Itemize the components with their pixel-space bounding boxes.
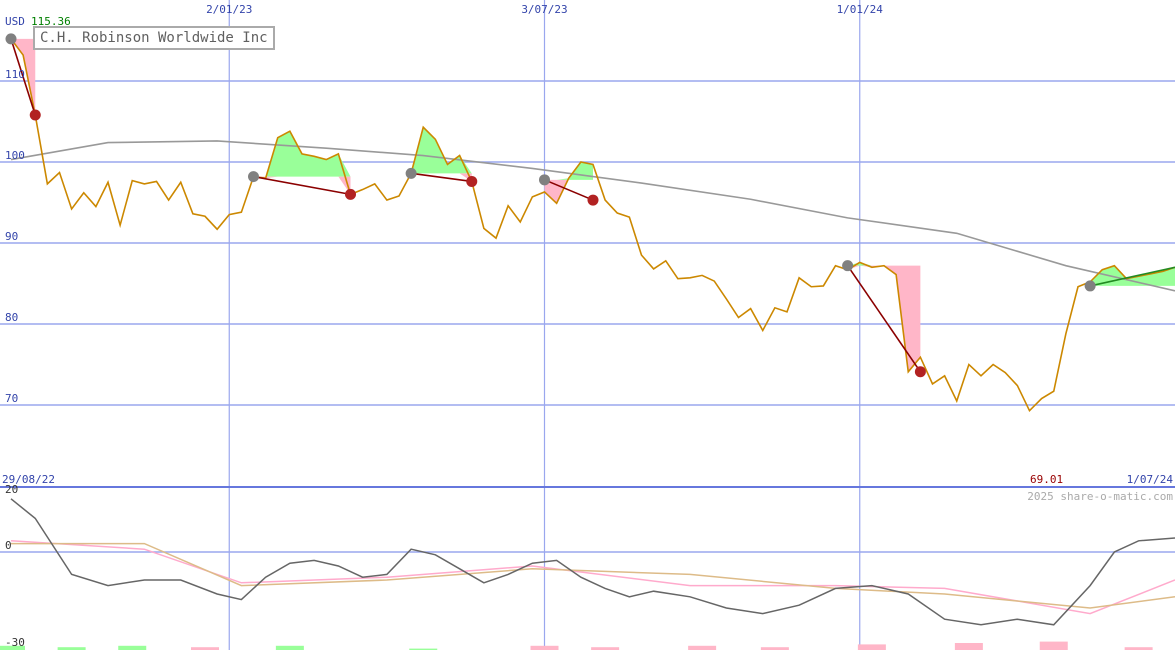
moving-average-line	[10, 140, 1175, 292]
volume-bar	[530, 645, 559, 650]
trade-line	[253, 175, 351, 196]
price-line	[10, 38, 1175, 413]
oscillator-panel	[0, 498, 1175, 650]
trade-entry-marker	[5, 33, 17, 45]
volume-bar	[1039, 641, 1068, 650]
currency-label: USD	[5, 15, 25, 28]
end-date-label: 1/07/24	[1127, 473, 1174, 486]
oscillator-tick-label: 0	[5, 539, 12, 552]
x-tick-label: 2/01/23	[206, 3, 252, 16]
volume-bar	[275, 645, 304, 650]
chart-title: C.H. Robinson Worldwide Inc	[33, 26, 275, 50]
trade-entry-marker	[539, 174, 550, 186]
trade-exit-marker	[466, 175, 478, 187]
oscillator-tick-label: -30	[5, 636, 25, 649]
volume-bar	[857, 644, 886, 650]
trade-exit-marker	[914, 366, 926, 378]
low-value-label: 69.01	[1030, 473, 1063, 486]
trade-entry-marker	[405, 167, 417, 179]
trade-markers	[5, 33, 1175, 378]
trade-entry-marker	[1084, 280, 1096, 292]
y-tick-label: 110	[5, 68, 25, 81]
y-tick-label: 100	[5, 149, 25, 162]
watermark: 2025 share-o-matic.com	[1027, 490, 1173, 503]
y-tick-label: 80	[5, 311, 18, 324]
trade-exit-marker	[345, 188, 356, 200]
price-chart-canvas: USD 115.36 69.01 29/08/22 1/07/24 2025 s…	[0, 0, 1175, 650]
trade-exit-marker	[29, 109, 41, 121]
trade-entry-marker	[842, 260, 854, 272]
x-tick-label: 1/01/24	[837, 3, 884, 16]
x-tick-label: 3/07/23	[521, 3, 567, 16]
y-tick-label: 70	[5, 392, 18, 405]
volume-bar	[688, 645, 717, 650]
y-tick-label: 90	[5, 230, 18, 243]
oscillator-tick-label: 20	[5, 483, 18, 496]
trade-entry-marker	[248, 171, 259, 183]
volume-bar	[118, 645, 147, 650]
volume-bar	[954, 643, 983, 650]
trade-exit-marker	[587, 194, 599, 206]
series-lines	[10, 38, 1175, 413]
